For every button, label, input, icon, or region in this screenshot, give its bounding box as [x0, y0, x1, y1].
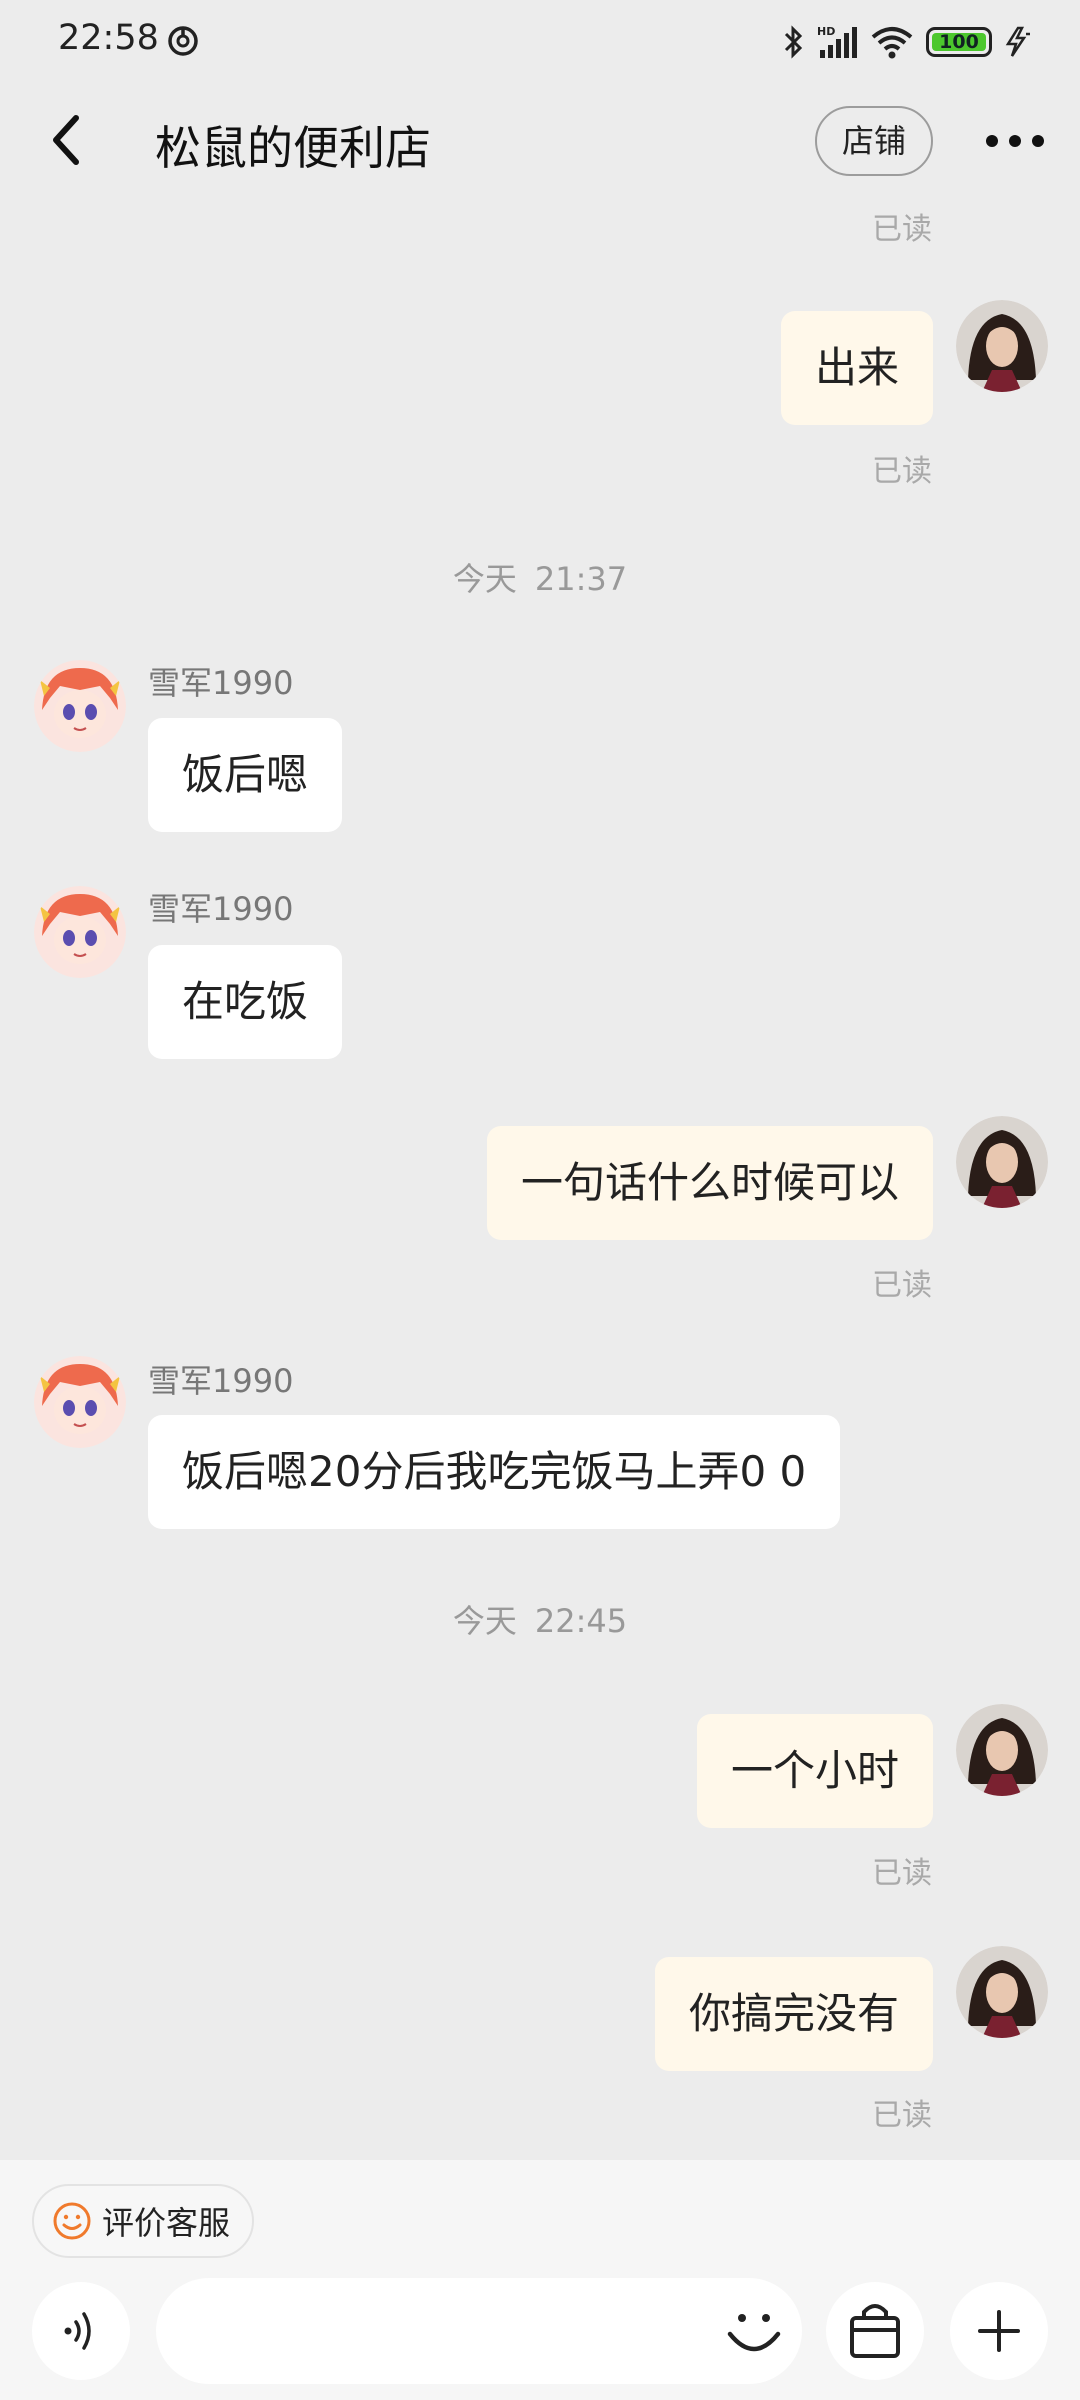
hd-signal-icon: HD — [817, 25, 857, 58]
sender-name: 雪军1990 — [148, 664, 294, 702]
read-status: 已读 — [872, 454, 932, 489]
message-bubble[interactable]: 饭后嗯20分后我吃完饭马上弄0 0 — [148, 1415, 841, 1529]
read-status: 已读 — [872, 2098, 932, 2133]
shop-products-button[interactable] — [826, 2282, 924, 2380]
wifi-icon — [871, 27, 913, 59]
timestamp-day: 今天 — [452, 560, 517, 598]
status-time: 22:58 — [58, 18, 159, 58]
timestamp-time: 22:45 — [534, 1602, 628, 1640]
shopping-bag-icon — [850, 2304, 900, 2358]
timestamp: 今天 22:45 — [0, 1596, 1080, 1642]
my-avatar[interactable] — [956, 1946, 1048, 2038]
chat-list[interactable]: 已读 出来 已读 今天 21:37 雪军1990 饭后嗯 雪军1990 在吃饭 … — [0, 194, 1080, 2160]
sender-avatar[interactable] — [34, 1356, 126, 1448]
store-button[interactable]: 店铺 — [815, 106, 933, 176]
read-status: 已读 — [872, 1856, 932, 1891]
battery-icon: 100 — [926, 27, 992, 57]
message-bubble[interactable]: 出来 — [780, 311, 933, 425]
timestamp-time: 21:37 — [534, 560, 628, 598]
timestamp: 今天 21:37 — [0, 554, 1080, 600]
timestamp-day: 今天 — [452, 1602, 517, 1640]
battery-level: 100 — [939, 31, 979, 53]
status-bar: 22:58 HD 100 — [0, 0, 1080, 86]
smile-icon — [53, 2202, 91, 2240]
more-actions-button[interactable] — [950, 2282, 1048, 2380]
message-input[interactable] — [156, 2278, 802, 2384]
network-activity-icon — [168, 26, 198, 56]
charging-icon — [1005, 26, 1030, 57]
plus-icon — [978, 2310, 1020, 2352]
evaluate-service-label: 评价客服 — [102, 2204, 231, 2242]
message-bubble[interactable]: 一句话什么时候可以 — [486, 1126, 933, 1240]
my-avatar[interactable] — [956, 1116, 1048, 1208]
chat-header: 松鼠的便利店 店铺 — [0, 86, 1080, 194]
read-status: 已读 — [872, 212, 932, 247]
sender-avatar[interactable] — [34, 660, 126, 752]
sender-name: 雪军1990 — [148, 1362, 294, 1400]
message-bubble[interactable]: 饭后嗯 — [148, 718, 343, 832]
bluetooth-icon — [784, 25, 803, 59]
voice-button[interactable] — [32, 2282, 130, 2380]
sender-avatar[interactable] — [34, 886, 126, 978]
svg-text:HD: HD — [817, 25, 835, 38]
evaluate-service-button[interactable]: 评价客服 — [32, 2184, 255, 2258]
sender-name: 雪军1990 — [148, 890, 294, 928]
read-status: 已读 — [872, 1268, 932, 1303]
emoji-icon[interactable] — [714, 2292, 794, 2372]
page-title: 松鼠的便利店 — [155, 121, 431, 175]
my-avatar[interactable] — [956, 1704, 1048, 1796]
message-bubble[interactable]: 你搞完没有 — [654, 1957, 933, 2071]
back-arrow-icon[interactable] — [36, 108, 96, 172]
my-avatar[interactable] — [956, 300, 1048, 392]
more-dots-icon[interactable] — [980, 116, 1050, 166]
message-bubble[interactable]: 在吃饭 — [148, 945, 343, 1059]
voice-icon — [64, 2312, 91, 2350]
bottom-bar: 评价客服 — [0, 2160, 1080, 2400]
message-bubble[interactable]: 一个小时 — [696, 1714, 933, 1828]
